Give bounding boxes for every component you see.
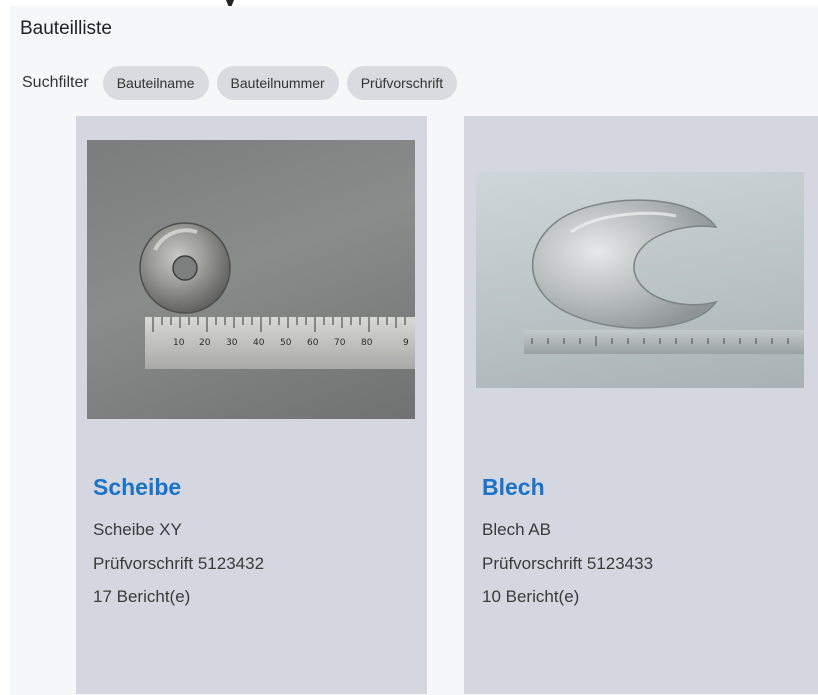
ruler-label: 10 xyxy=(173,338,185,348)
search-filter-bar: Suchfilter Bauteilname Bauteilnummer Prü… xyxy=(22,66,458,100)
filter-chip-part-name[interactable]: Bauteilname xyxy=(102,66,209,100)
card-title[interactable]: Blech xyxy=(482,474,545,501)
card-title[interactable]: Scheibe xyxy=(93,474,181,501)
part-card-blech[interactable]: Blech Blech AB Prüfvorschrift 5123433 10… xyxy=(464,116,818,694)
filter-chip-part-number[interactable]: Bauteilnummer xyxy=(216,66,339,100)
ruler-label: 60 xyxy=(307,338,319,348)
ruler-label: 20 xyxy=(199,338,211,348)
ruler-label: 50 xyxy=(280,338,292,348)
filter-chip-test-spec[interactable]: Prüfvorschrift xyxy=(346,66,458,100)
card-test-spec: Prüfvorschrift 5123433 xyxy=(482,554,654,573)
card-test-spec: Prüfvorschrift 5123432 xyxy=(93,554,265,573)
washer-photo: 10 20 30 40 50 60 70 80 9 xyxy=(87,140,415,419)
ruler-label: 30 xyxy=(226,338,238,348)
sheet-metal-photo xyxy=(476,172,804,388)
page-title: Bauteilliste xyxy=(20,18,112,39)
card-part-number: Blech AB xyxy=(482,520,551,539)
card-report-count: 10 Bericht(e) xyxy=(482,587,580,606)
parts-list-panel: Bauteilliste Suchfilter Bauteilname Baut… xyxy=(10,6,818,695)
ruler-label: 40 xyxy=(253,338,265,348)
card-part-number: Scheibe XY xyxy=(93,520,182,539)
ruler-label: 9 xyxy=(403,338,409,348)
ruler-label: 80 xyxy=(361,338,373,348)
ruler-label: 70 xyxy=(334,338,346,348)
search-filter-label: Suchfilter xyxy=(22,74,89,91)
card-report-count: 17 Bericht(e) xyxy=(93,587,191,606)
part-card-scheibe[interactable]: 10 20 30 40 50 60 70 80 9 Scheibe Scheib… xyxy=(76,116,427,694)
